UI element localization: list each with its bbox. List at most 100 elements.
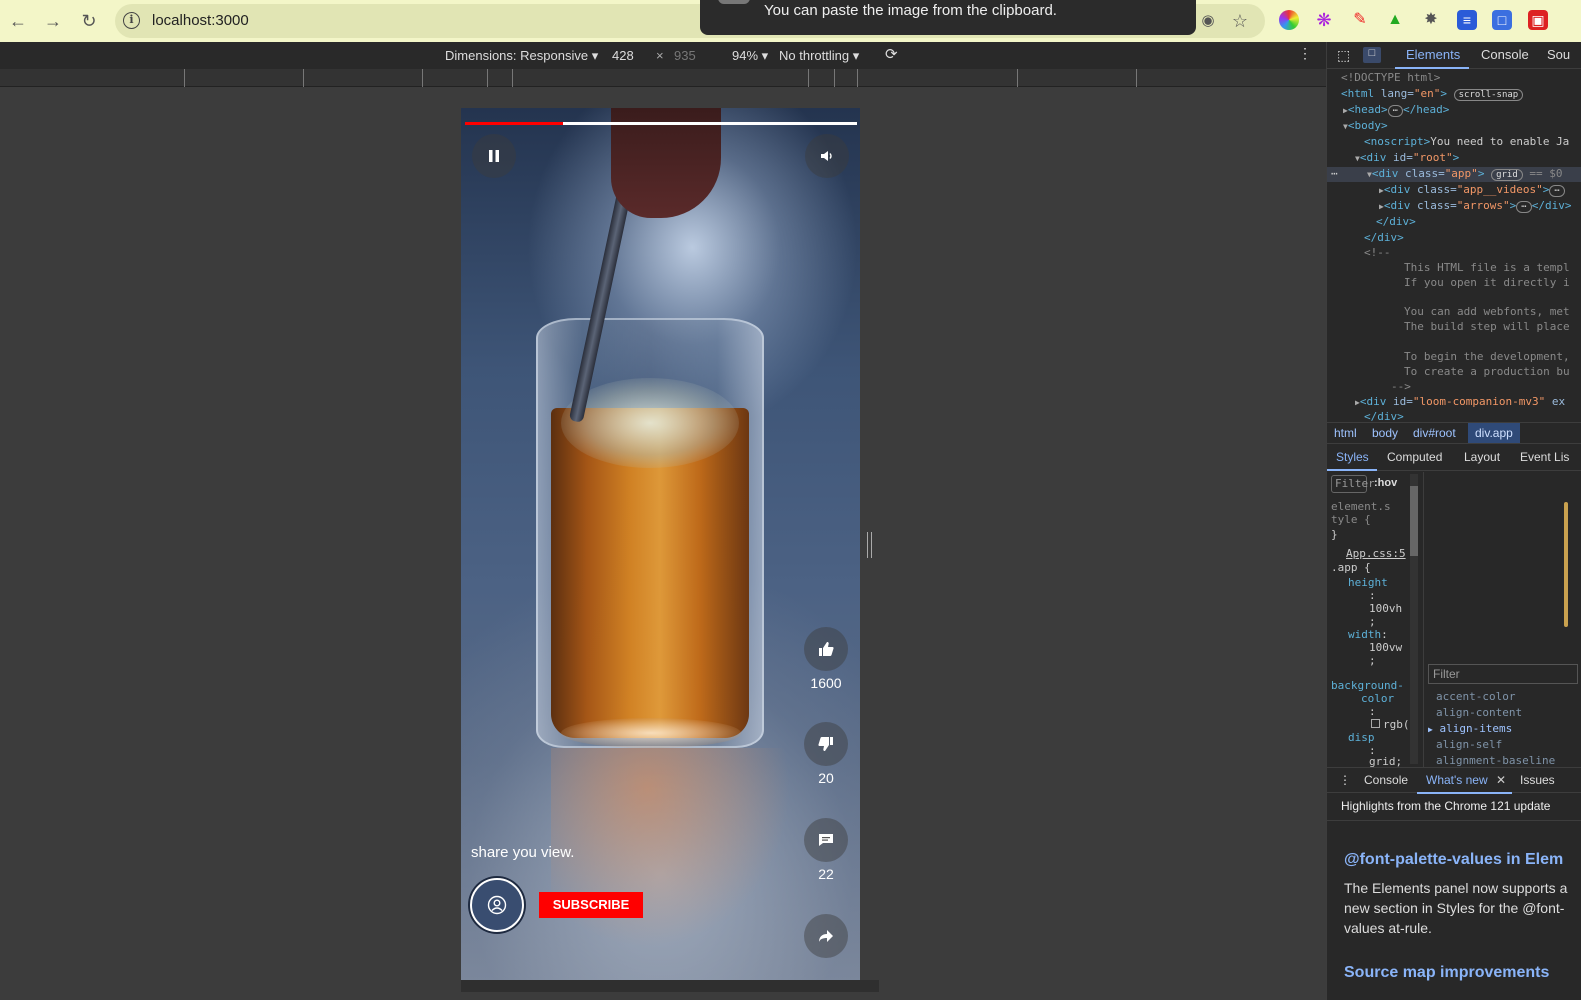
forward-icon[interactable]: →	[41, 9, 65, 33]
dom-arrows-node[interactable]: ▶<div class="arrows"> ⋯ </div>	[1379, 199, 1571, 213]
stylesheet-source-link[interactable]: App.css:5	[1346, 547, 1406, 560]
dimensions-label: Dimensions: Responsive	[445, 48, 589, 63]
tab-styles[interactable]: Styles	[1336, 450, 1369, 464]
computed-prop-align-self[interactable]: align-self	[1436, 738, 1502, 751]
tab-layout[interactable]: Layout	[1464, 450, 1500, 464]
app-rule-selector: .app {	[1331, 561, 1371, 574]
crumb-body[interactable]: body	[1372, 426, 1398, 440]
height-value[interactable]: 100vh	[1369, 602, 1402, 615]
volume-button[interactable]	[805, 134, 849, 178]
viewport-bottom-resize-bar[interactable]	[461, 980, 879, 992]
dom-html-node[interactable]: <html lang="en"> scroll-snap	[1341, 87, 1524, 101]
dom-tree[interactable]: <!DOCTYPE html> <html lang="en"> scroll-…	[1327, 70, 1581, 423]
prop-background-color-1[interactable]: background-	[1331, 679, 1404, 692]
computed-sidebar[interactable]: Filter accent-color align-content ▶ alig…	[1423, 472, 1581, 767]
prop-width[interactable]: width:	[1348, 628, 1388, 641]
more-options-icon[interactable]: ⋮	[1298, 45, 1312, 62]
site-info-icon[interactable]: i	[123, 12, 140, 29]
crumb-root[interactable]: div#root	[1413, 426, 1456, 440]
dom-close-app: </div>	[1376, 215, 1416, 228]
scroll-snap-badge[interactable]: scroll-snap	[1453, 89, 1524, 101]
browser-toolbar: ← → ↻ i localhost:3000 You can paste the…	[0, 0, 1581, 42]
prop-display[interactable]: disp	[1348, 731, 1375, 744]
channel-avatar[interactable]	[470, 878, 524, 932]
drawer-menu-icon[interactable]: ⋮	[1339, 773, 1351, 787]
comment-button[interactable]	[804, 818, 848, 862]
share-button[interactable]	[804, 914, 848, 958]
drawer-tab-whats-new[interactable]: What's new	[1426, 773, 1488, 787]
red-extension-icon[interactable]: ▣	[1528, 10, 1548, 30]
computed-prop-alignment-baseline[interactable]: alignment-baseline	[1436, 754, 1555, 767]
dom-comment-line-1: This HTML file is a templ	[1404, 261, 1570, 274]
bookmark-star-icon[interactable]: ☆	[1228, 9, 1252, 33]
video-progress-fill	[465, 122, 563, 125]
like-button[interactable]	[804, 627, 848, 671]
tab-elements[interactable]: Elements	[1406, 47, 1460, 62]
eye-off-icon[interactable]: ◉	[1196, 9, 1220, 33]
dom-body-node[interactable]: ▼<body>	[1343, 119, 1388, 132]
width-input[interactable]: 428	[612, 48, 634, 63]
crumb-html[interactable]: html	[1334, 426, 1357, 440]
dimensions-dropdown[interactable]: Dimensions: Responsive ▾	[445, 48, 598, 64]
background-value[interactable]: rgb(	[1371, 718, 1410, 731]
glass-base-glow	[561, 718, 741, 748]
blue-extension-icon[interactable]: ≡	[1457, 10, 1477, 30]
dom-doctype: <!DOCTYPE html>	[1341, 71, 1441, 84]
subscribe-button[interactable]: SUBSCRIBE	[539, 892, 643, 918]
dom-root-node[interactable]: ▼<div id="root">	[1355, 151, 1459, 164]
crumb-app[interactable]: div.app	[1468, 423, 1520, 443]
prop-height[interactable]: height	[1348, 576, 1388, 589]
box-model-edge	[1564, 502, 1568, 627]
dom-app-node[interactable]: ⋯ ▼<div class="app"> grid == $0	[1327, 167, 1581, 182]
tab-sources[interactable]: Sou	[1547, 47, 1570, 62]
tab-event-listeners[interactable]: Event Lis	[1520, 450, 1569, 464]
feature-title-source-maps[interactable]: Source map improvements	[1344, 964, 1549, 982]
height-input[interactable]: 935	[674, 48, 696, 63]
dom-noscript-node[interactable]: <noscript>You need to enable Ja	[1364, 135, 1569, 148]
dom-head-node[interactable]: ▶<head> ⋯ </head>	[1343, 103, 1449, 117]
tree-extension-icon[interactable]: ▲	[1385, 10, 1405, 30]
width-value[interactable]: 100vw	[1369, 641, 1402, 654]
rotate-icon[interactable]: ⟳	[885, 45, 898, 63]
computed-filter-input[interactable]: Filter	[1428, 664, 1578, 684]
styles-pane[interactable]: Filter :hov element.s tyle { } App.css:5…	[1327, 472, 1423, 768]
pen-extension-icon[interactable]: ✎	[1350, 10, 1370, 30]
close-icon[interactable]: ✕	[1496, 773, 1506, 787]
drawer-tab-issues[interactable]: Issues	[1520, 773, 1555, 787]
dom-comment-close: -->	[1391, 380, 1411, 393]
dislike-button[interactable]	[804, 722, 848, 766]
flower-extension-icon[interactable]: ❋	[1314, 10, 1334, 30]
app-viewport: 1600 20 22 share you view. SUBSCRIBE	[461, 108, 860, 980]
styles-filter-input[interactable]: Filter	[1331, 475, 1375, 493]
throttling-label: No throttling	[779, 48, 850, 63]
computed-prop-align-items[interactable]: ▶ align-items	[1428, 722, 1512, 735]
media-query-ruler[interactable]	[0, 69, 1326, 87]
grid-badge[interactable]: grid	[1491, 169, 1523, 181]
device-toggle-icon[interactable]: □	[1363, 47, 1381, 63]
video-progress-bar[interactable]	[465, 122, 857, 125]
computed-prop-accent-color[interactable]: accent-color	[1436, 690, 1515, 703]
tab-console[interactable]: Console	[1481, 47, 1529, 62]
viewport-resize-handle[interactable]	[867, 532, 872, 558]
inspect-element-icon[interactable]: ⬚	[1337, 47, 1350, 64]
hov-toggle[interactable]: :hov	[1374, 477, 1397, 489]
drawer-tab-console[interactable]: Console	[1364, 773, 1408, 787]
feature-desc-line-2: new section in Styles for the @font-	[1344, 900, 1565, 916]
dom-videos-node[interactable]: ▶<div class="app__videos"> ⋯	[1379, 183, 1565, 197]
reload-icon[interactable]: ↻	[77, 9, 101, 33]
zoom-dropdown[interactable]: 94% ▾	[732, 48, 768, 64]
dom-loom-node[interactable]: ▶<div id="loom-companion-mv3" ex	[1355, 395, 1565, 408]
thumbs-up-icon	[819, 641, 834, 656]
devtools-tabbar: ⬚ □ Elements Console Sou	[1327, 42, 1581, 69]
back-icon[interactable]: ←	[6, 9, 30, 33]
computed-prop-align-content[interactable]: align-content	[1436, 706, 1522, 719]
document-extension-icon[interactable]: □	[1492, 10, 1512, 30]
pause-button[interactable]	[472, 134, 516, 178]
tab-computed[interactable]: Computed	[1387, 450, 1442, 464]
prop-background-color-2[interactable]: color	[1361, 692, 1394, 705]
device-toolbar: Dimensions: Responsive ▾ 428 × 935 94% ▾…	[0, 42, 1326, 69]
bug-extension-icon[interactable]: ✸	[1421, 10, 1441, 30]
feature-title-font-palette[interactable]: @font-palette-values in Elem	[1344, 851, 1563, 869]
color-picker-extension-icon[interactable]	[1279, 10, 1299, 30]
throttling-dropdown[interactable]: No throttling ▾	[779, 48, 859, 64]
